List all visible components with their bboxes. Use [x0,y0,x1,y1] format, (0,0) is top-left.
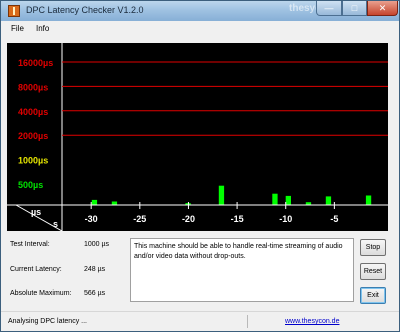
x-tick-label: -15 [231,214,244,224]
test-interval-value: 1000 µs [84,241,110,248]
test-interval-label: Test Interval: [10,241,50,248]
window-title: DPC Latency Checker V1.2.0 [26,5,144,15]
close-icon[interactable]: ✕ [367,1,398,16]
latency-bar [218,185,225,205]
x-tick-label: -30 [85,214,98,224]
maximize-icon[interactable]: □ [342,1,367,16]
status-text: Analysing DPC latency ... [8,318,87,325]
y-tick-label: 2000µs [18,131,48,141]
latency-bar [365,195,372,205]
latency-bar [325,196,332,205]
y-tick-label: 8000µs [18,82,48,92]
exit-button[interactable]: Exit [360,287,386,304]
y-tick-label: 16000µs [18,58,53,68]
minimize-icon[interactable]: — [316,1,342,16]
latency-bar [111,201,118,205]
x-axis-unit-label: s [53,219,58,229]
current-latency-label: Current Latency: [10,266,62,273]
x-tick-label: -20 [182,214,195,224]
stop-button[interactable]: Stop [360,239,386,256]
latency-bar [285,195,291,205]
current-latency-value: 248 µs [84,266,106,273]
y-tick-label: 1000µs [18,156,48,166]
latency-bar [272,193,278,205]
status-bar: Analysing DPC latency ... www.thesycon.d… [1,311,399,331]
title-bar[interactable]: DPC Latency Checker V1.2.0 thesycon.eu —… [1,1,399,21]
status-message: This machine should be able to handle re… [130,238,354,302]
menu-info[interactable]: Info [36,24,49,33]
app-window: DPC Latency Checker V1.2.0 thesycon.eu —… [0,0,400,332]
reset-button[interactable]: Reset [360,263,386,280]
absolute-maximum-value: 566 µs [84,290,106,297]
status-separator [247,315,248,328]
latency-bar [91,199,98,205]
menu-bar: File Info [1,21,399,37]
x-tick-label: -10 [279,214,292,224]
x-tick-label: -25 [133,214,146,224]
website-link[interactable]: www.thesycon.de [285,318,339,325]
y-tick-label: 500µs [18,180,43,190]
latency-chart: 16000µs 8000µs 4000µs 2000µs 1000µs 500µs µs s -… [7,43,388,231]
menu-file[interactable]: File [11,24,24,33]
app-icon [8,5,20,17]
y-tick-label: 4000µs [18,107,48,117]
x-tick-label: -5 [330,214,338,224]
absolute-maximum-label: Absolute Maximum: [10,290,72,297]
latency-chart-svg: 16000µs 8000µs 4000µs 2000µs 1000µs 500µs µs s -… [7,43,388,231]
y-axis-unit-label: µs [31,207,41,217]
